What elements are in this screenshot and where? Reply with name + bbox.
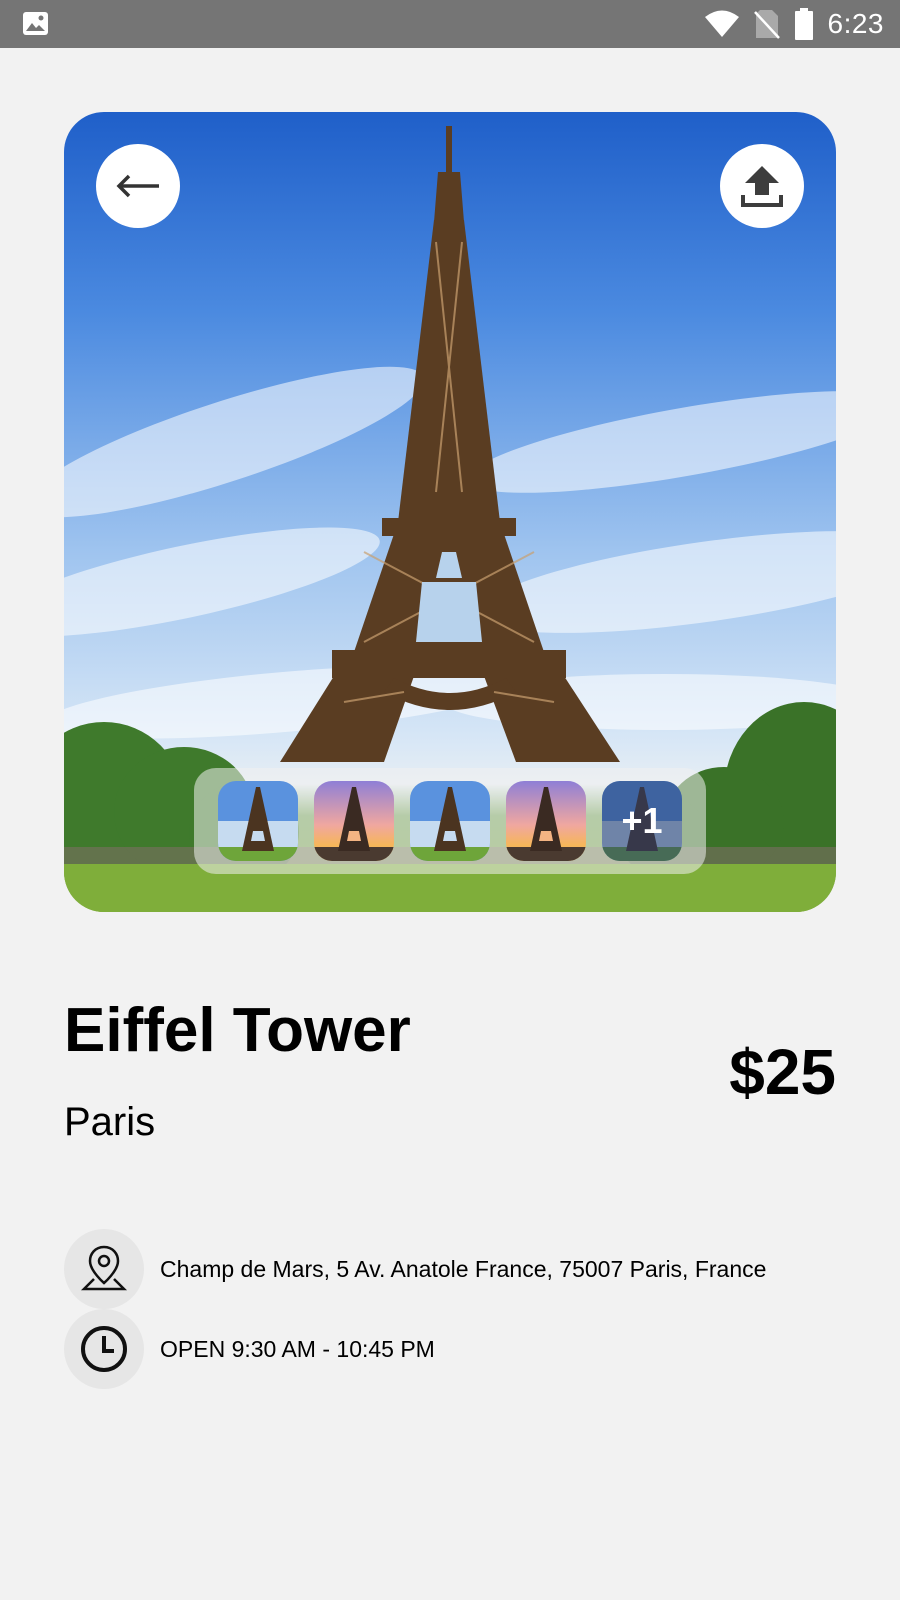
address-text: Champ de Mars, 5 Av. Anatole France, 750… <box>160 1255 767 1282</box>
thumbnail-sunset[interactable] <box>314 781 394 861</box>
thumbnail-sunset[interactable] <box>506 781 586 861</box>
upload-icon <box>741 166 783 207</box>
status-icons: 6:23 <box>704 0 885 48</box>
address-row[interactable]: Champ de Mars, 5 Av. Anatole France, 750… <box>64 1229 766 1309</box>
clock-icon <box>81 1326 127 1372</box>
price-label: $25 <box>729 1036 836 1108</box>
thumbnail-more[interactable]: +1 <box>602 781 682 861</box>
hero-image[interactable]: +1 <box>64 112 836 912</box>
hours-row: OPEN 9:30 AM - 10:45 PM <box>64 1309 435 1389</box>
no-sim-icon <box>753 10 780 39</box>
thumbnail-strip: +1 <box>194 768 706 874</box>
location-icon-circle <box>64 1229 144 1309</box>
eiffel-thumbnail-image <box>218 781 298 861</box>
place-city: Paris <box>64 1100 156 1144</box>
status-bar: 6:23 <box>0 0 900 48</box>
status-time: 6:23 <box>827 8 884 39</box>
hours-text: OPEN 9:30 AM - 10:45 PM <box>160 1335 435 1362</box>
back-button[interactable] <box>96 144 180 228</box>
wifi-icon <box>704 10 739 37</box>
more-photos-count: +1 <box>602 781 682 861</box>
clock-icon-circle <box>64 1309 144 1389</box>
thumbnail-day[interactable] <box>410 781 490 861</box>
share-button[interactable] <box>720 144 804 228</box>
battery-icon <box>794 8 813 40</box>
arrow-left-icon <box>116 174 159 198</box>
eiffel-thumbnail-image <box>314 781 394 861</box>
thumbnail-day[interactable] <box>218 781 298 861</box>
location-pin-icon <box>80 1245 128 1291</box>
image-notification-icon <box>23 12 48 35</box>
eiffel-thumbnail-image <box>410 781 490 861</box>
eiffel-thumbnail-image <box>506 781 586 861</box>
place-title: Eiffel Tower <box>64 996 411 1065</box>
